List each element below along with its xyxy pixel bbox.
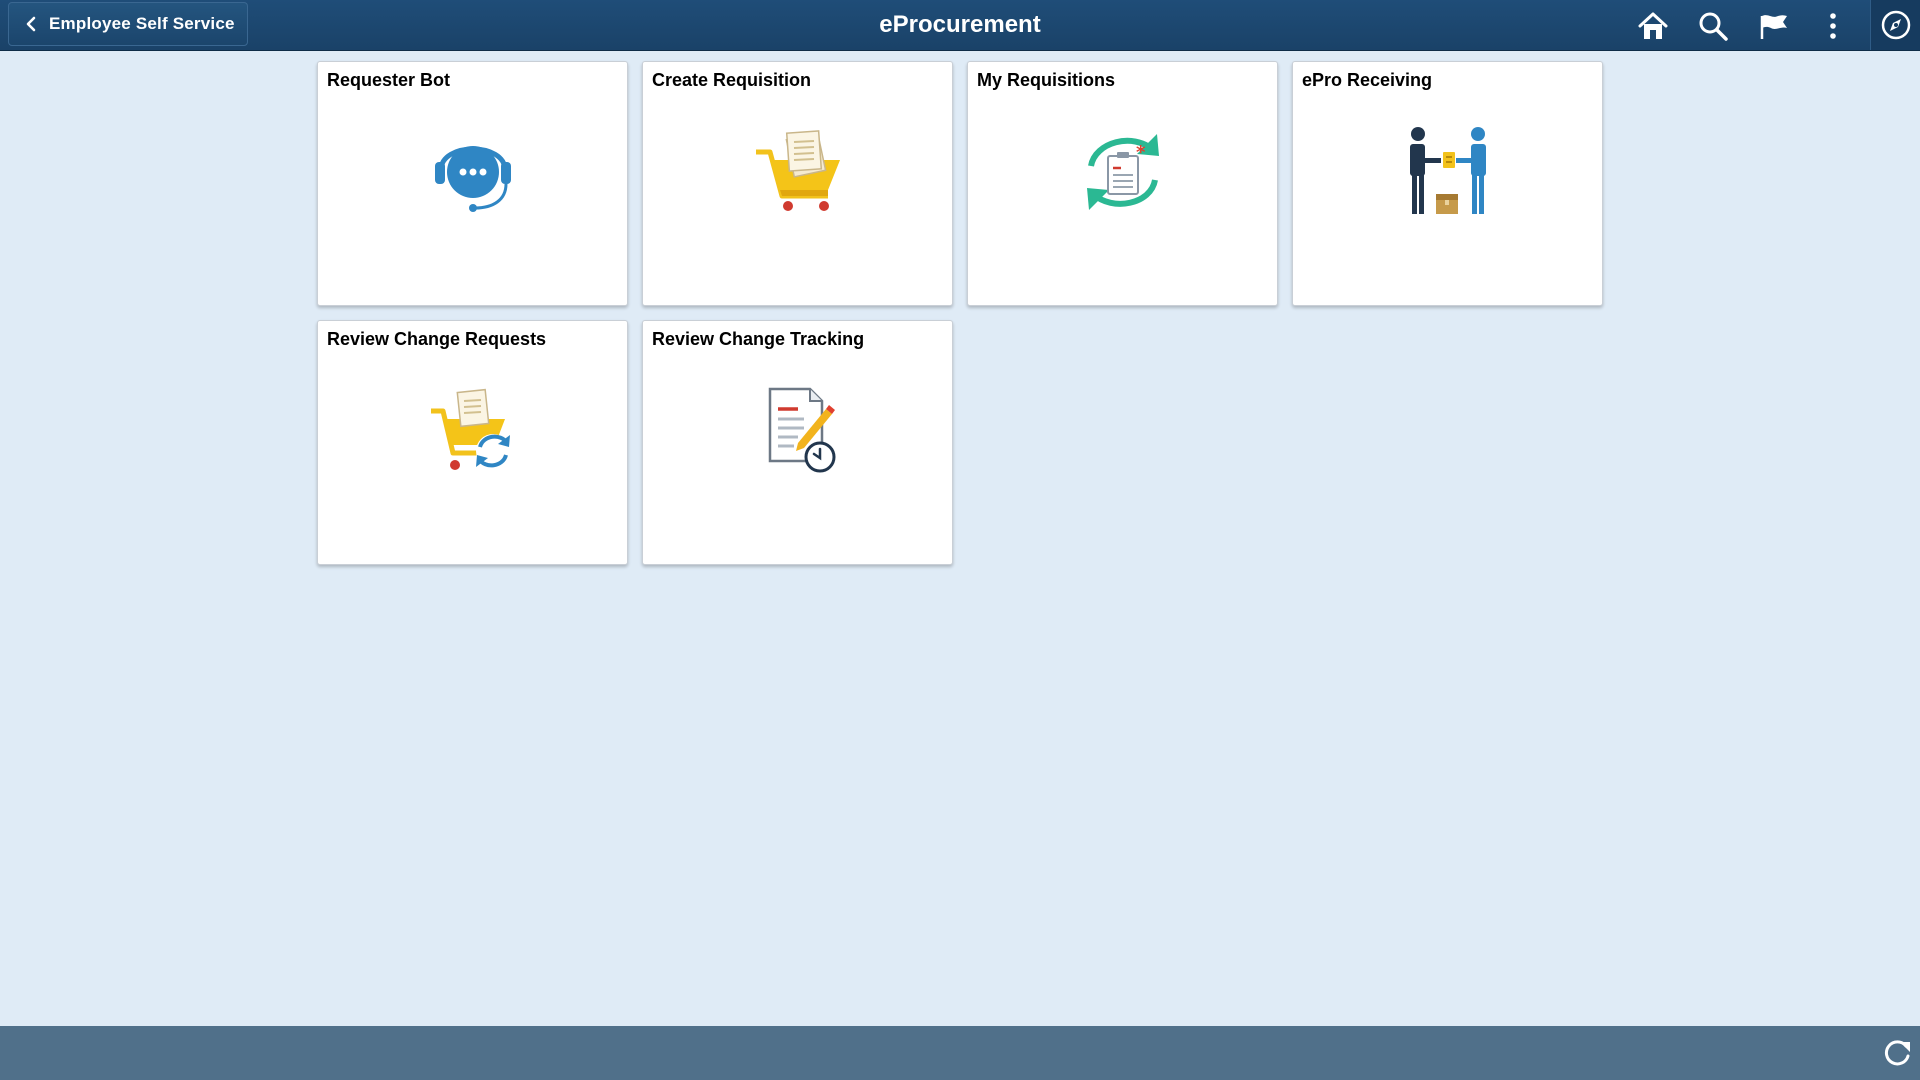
document-edit-clock-icon [768,387,836,473]
svg-text:*: * [1136,142,1146,163]
tile-title: Create Requisition [652,70,812,90]
tile-review-change-tracking[interactable]: Review Change Tracking [642,320,953,565]
tile-epro-receiving[interactable]: ePro Receiving [1292,61,1603,306]
tile-title: ePro Receiving [1302,70,1433,90]
people-handoff-package-icon [1410,127,1486,214]
headset-chat-icon [435,146,511,212]
tile-title: Requester Bot [327,70,451,90]
tile-review-change-requests[interactable]: Review Change Requests [317,320,628,565]
chevron-left-icon [26,16,36,32]
tile-title: My Requisitions [977,70,1116,90]
home-icon[interactable] [1637,10,1669,42]
cart-sync-icon [431,388,510,470]
page-footer [0,1026,1920,1080]
page-title: eProcurement [879,11,1041,38]
tile-requester-bot[interactable]: Requester Bot [317,61,628,306]
navbar-compass-icon [1881,10,1910,40]
app-header: Employee Self Service eProcurement [0,0,1920,51]
more-icon[interactable] [1817,10,1849,42]
back-button-label: Employee Self Service [49,14,235,33]
flag-icon[interactable] [1757,10,1789,42]
refresh-icon[interactable] [1880,1036,1914,1070]
tile-my-requisitions[interactable]: My Requisitions * [967,61,1278,306]
tile-title: Review Change Requests [327,329,547,349]
document-refresh-cycle-icon: * [1087,134,1159,210]
tile-create-requisition[interactable]: Create Requisition [642,61,953,306]
shopping-cart-document-icon [756,130,840,211]
navbar-button[interactable] [1870,0,1920,50]
search-icon[interactable] [1697,10,1729,42]
back-button[interactable]: Employee Self Service [8,2,248,46]
tile-title: Review Change Tracking [652,329,865,349]
